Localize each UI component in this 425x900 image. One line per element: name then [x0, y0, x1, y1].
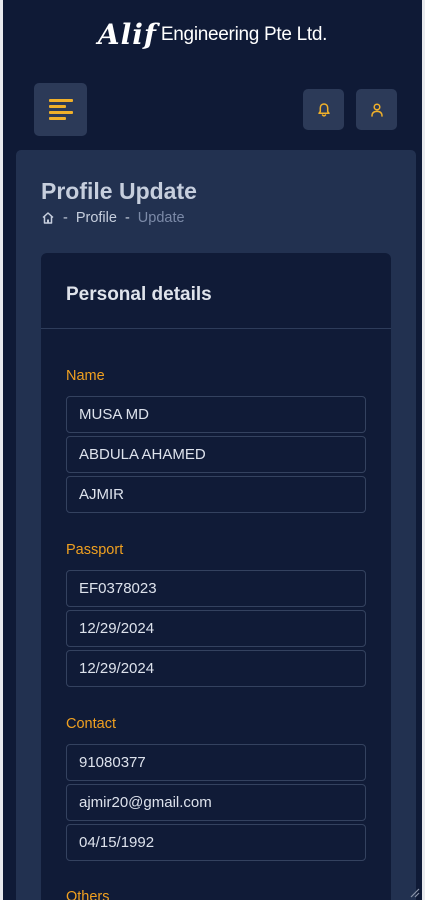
- email-field[interactable]: [66, 784, 366, 821]
- last-name-field[interactable]: [66, 476, 366, 513]
- personal-details-card: Personal details Name Passport Contact O…: [41, 253, 391, 900]
- logo-brand: Alif: [97, 18, 157, 51]
- contact-label: Contact: [66, 716, 116, 732]
- name-group: Name: [66, 368, 366, 516]
- app-logo: Alif Engineering Pte Ltd.: [3, 18, 422, 51]
- phone-field[interactable]: [66, 744, 366, 781]
- name-label: Name: [66, 368, 105, 384]
- passport-label: Passport: [66, 542, 124, 558]
- birth-date-field[interactable]: [66, 824, 366, 861]
- breadcrumb-current: Update: [137, 210, 185, 226]
- middle-name-field[interactable]: [66, 436, 366, 473]
- content-panel: Profile Update - Profile - Update Person…: [16, 150, 416, 900]
- menu-button[interactable]: [34, 83, 87, 136]
- bell-icon: [317, 102, 330, 117]
- passport-date-field[interactable]: [66, 610, 366, 647]
- breadcrumb-separator: -: [63, 210, 68, 226]
- passport-group: Passport: [66, 542, 366, 690]
- home-icon[interactable]: [41, 211, 55, 225]
- user-account-button[interactable]: [356, 89, 397, 130]
- card-header: Personal details: [41, 253, 391, 329]
- breadcrumb-separator: -: [124, 210, 130, 226]
- notifications-button[interactable]: [303, 89, 344, 130]
- first-name-field[interactable]: [66, 396, 366, 433]
- page-title: Profile Update: [41, 178, 197, 204]
- card-title: Personal details: [66, 284, 212, 305]
- others-group: Others: [66, 889, 366, 900]
- others-label: Others: [66, 889, 110, 900]
- passport-number-field[interactable]: [66, 570, 366, 607]
- contact-group: Contact: [66, 716, 366, 864]
- passport-date-field[interactable]: [66, 650, 366, 687]
- breadcrumb-profile-link[interactable]: Profile: [76, 210, 117, 226]
- logo-company-name: Engineering Pte Ltd.: [160, 23, 328, 45]
- user-icon: [370, 102, 383, 117]
- resize-grip-icon[interactable]: [408, 886, 420, 898]
- menu-icon: [48, 96, 73, 123]
- breadcrumb: - Profile - Update: [41, 210, 185, 226]
